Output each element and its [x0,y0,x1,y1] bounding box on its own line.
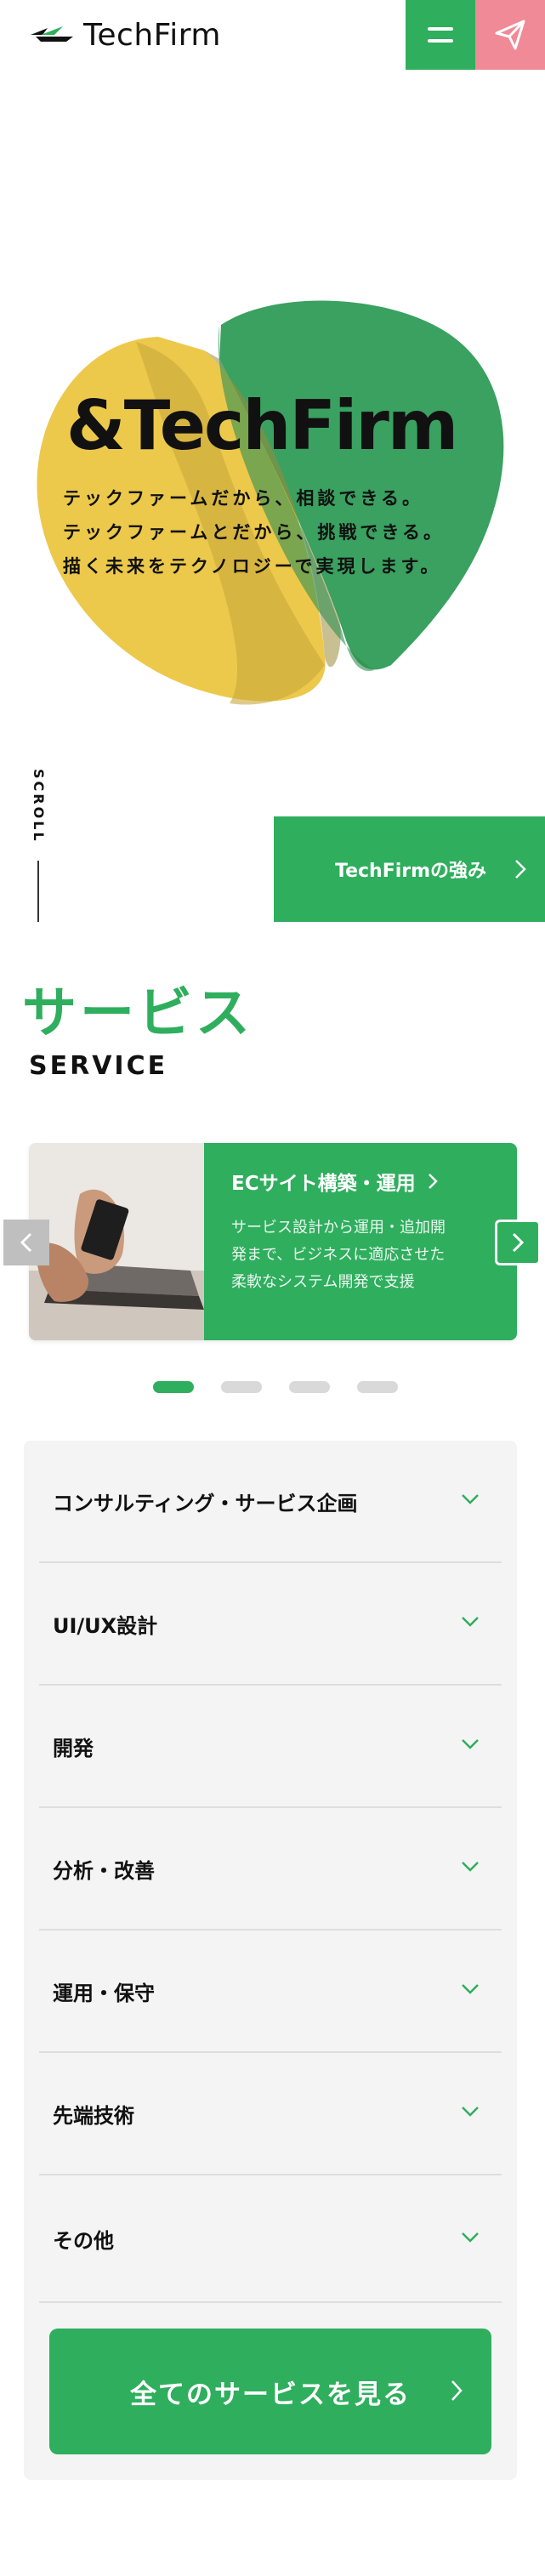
site-header: TechFirm [0,0,545,70]
hero-tagline-line: 描く未来をテクノロジーで実現します。 [63,556,442,577]
hero-tagline: テックファームだから、相談できる。 テックファームとだから、挑戦できる。 描く未… [63,481,445,583]
carousel-prev-button[interactable] [3,1220,49,1265]
service-category-list: コンサルティング・サービス企画 UI/UX設計 開発 分析・改善 運用・保守 先… [24,1441,517,2480]
category-item-label: UI/UX設計 [53,1613,158,1638]
chevron-right-icon [451,2380,463,2401]
category-item-label: 開発 [53,1736,94,1760]
view-all-services-label: 全てのサービスを見る [130,2379,411,2410]
service-heading-jp: サービス [22,982,253,1045]
menu-button[interactable] [406,0,475,70]
chevron-down-icon [462,1862,479,1872]
carousel-dot[interactable] [357,1381,398,1393]
category-item-analysis[interactable]: 分析・改善 [39,1808,502,1931]
chevron-down-icon [462,1984,479,1994]
chevron-down-icon [462,2232,479,2243]
contact-button[interactable] [475,0,545,70]
service-slide-description-line: 発まで、ビジネスに適応させた [231,1246,446,1264]
category-item-label: 運用・保守 [53,1981,155,2005]
carousel-next-button[interactable] [495,1220,541,1265]
site-logo[interactable]: TechFirm [29,15,221,54]
paper-plane-icon [495,20,525,50]
service-heading-en: SERVICE [29,1051,168,1081]
category-item-label: 先端技術 [53,2103,134,2128]
chevron-down-icon [462,1617,479,1627]
chevron-right-icon [515,860,526,879]
view-all-services-button[interactable]: 全てのサービスを見る [49,2329,491,2454]
logo-text: TechFirm [83,17,221,53]
carousel-dot[interactable] [221,1381,262,1393]
chevron-down-icon [462,1494,479,1504]
carousel-dot[interactable] [153,1381,194,1393]
service-slide-description-line: サービス設計から運用・追加開 [231,1219,446,1237]
category-item-consulting[interactable]: コンサルティング・サービス企画 [39,1441,502,1563]
chevron-right-icon [512,1232,524,1253]
chevron-down-icon [462,1739,479,1749]
chevron-down-icon [462,2107,479,2117]
chevron-left-icon [20,1232,32,1253]
category-item-label: 分析・改善 [53,1858,155,1883]
menu-icon-bar [428,39,453,43]
strengths-button[interactable]: TechFirmの強み [274,816,545,922]
service-slide-description-line: 柔軟なシステム開発で支援 [231,1273,415,1291]
service-slide-title[interactable]: ECサイト構築・運用 [231,1167,490,1196]
chevron-right-icon [428,1174,438,1189]
service-slide-image [29,1143,204,1340]
hero-section: &TechFirm テックファームだから、相談できる。 テックファームとだから、… [0,70,545,920]
service-slide-title-text: ECサイト構築・運用 [231,1173,416,1195]
category-item-label: その他 [53,2228,114,2253]
strengths-button-label: TechFirmの強み [335,861,487,882]
hero-title: &TechFirm [66,386,458,465]
hero-tagline-line: テックファームだから、相談できる。 [63,488,423,509]
service-slide-body: ECサイト構築・運用 サービス設計から運用・追加開 発まで、ビジネスに適応させた… [204,1143,517,1340]
carousel-dot[interactable] [289,1381,330,1393]
menu-icon-bar [428,27,453,31]
scroll-indicator-label: SCROLL [31,769,47,844]
logo-mark-icon [31,26,73,42]
category-item-operations[interactable]: 運用・保守 [39,1931,502,2053]
category-item-advanced-tech[interactable]: 先端技術 [39,2053,502,2175]
hero-tagline-line: テックファームとだから、挑戦できる。 [63,522,445,543]
service-slide-description: サービス設計から運用・追加開 発まで、ビジネスに適応させた 柔軟なシステム開発で… [231,1214,490,1296]
category-item-uiux[interactable]: UI/UX設計 [39,1563,502,1686]
carousel-pagination [153,1381,398,1393]
category-item-other[interactable]: その他 [39,2175,502,2303]
category-item-label: コンサルティング・サービス企画 [53,1491,358,1515]
category-item-development[interactable]: 開発 [39,1686,502,1808]
service-carousel: ECサイト構築・運用 サービス設計から運用・追加開 発まで、ビジネスに適応させた… [0,1140,545,1344]
service-slide-card[interactable]: ECサイト構築・運用 サービス設計から運用・追加開 発まで、ビジネスに適応させた… [29,1143,517,1340]
laptop-hands-image [29,1143,204,1340]
scroll-indicator-line [37,861,39,922]
